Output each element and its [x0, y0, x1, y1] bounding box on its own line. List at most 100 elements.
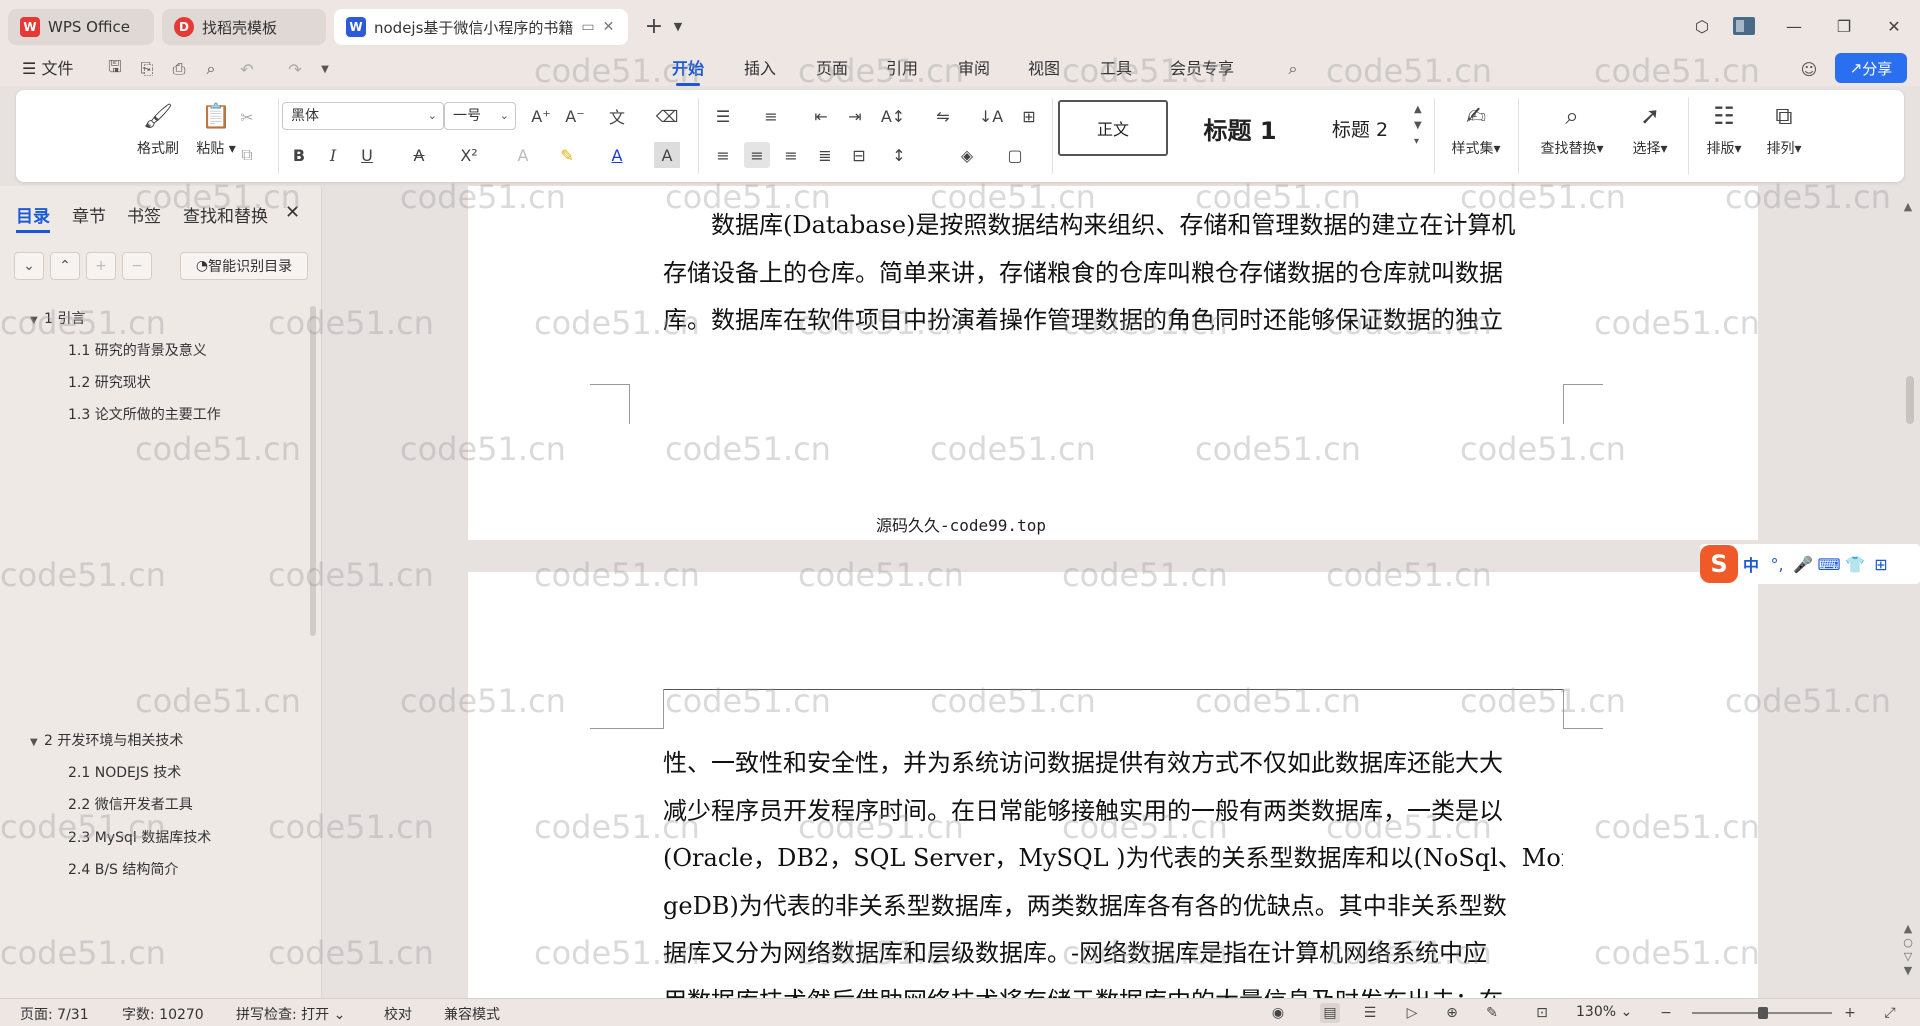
fit-page-icon[interactable]: ⊡: [1532, 1003, 1552, 1023]
increase-indent-icon[interactable]: ⇥: [842, 103, 868, 129]
print-preview-icon[interactable]: ⌕: [200, 58, 222, 80]
format-painter-button[interactable]: 🖌 格式刷: [128, 100, 188, 172]
document-page[interactable]: 性、一致性和安全性，并为系统访问数据提供有效方式不仅如此数据库还能大大 减少程序…: [468, 572, 1758, 998]
page-view-icon[interactable]: ▤: [1320, 1003, 1340, 1023]
ime-toolbar[interactable]: S 中 °, 🎤 ⌨ 👕 ⊞: [1700, 544, 1920, 584]
print-icon[interactable]: ⎙: [168, 58, 190, 80]
gallery-scroll-icon[interactable]: ▲ ▼ ▾: [1414, 102, 1422, 150]
menu-home[interactable]: 开始: [672, 56, 704, 86]
zoom-slider-thumb[interactable]: [1758, 1007, 1768, 1019]
style-set-button[interactable]: ✍ 样式集▾: [1440, 100, 1512, 172]
proofread-button[interactable]: 校对: [384, 1004, 412, 1024]
keyboard-icon[interactable]: ⌨: [1816, 555, 1842, 574]
page-body-text[interactable]: 性、一致性和安全性，并为系统访问数据提供有效方式不仅如此数据库还能大大 减少程序…: [663, 740, 1563, 998]
font-name-select[interactable]: 黑体 ⌄: [282, 102, 444, 130]
underline-icon[interactable]: U: [354, 142, 380, 168]
nav-tab-chapters[interactable]: 章节: [72, 202, 106, 227]
clear-format-icon[interactable]: ⌫: [654, 103, 680, 129]
eye-protection-icon[interactable]: ◉: [1268, 1003, 1288, 1023]
page-indicator[interactable]: 页面: 7/31: [20, 1004, 89, 1024]
menu-member[interactable]: 会员专享: [1170, 56, 1234, 82]
close-window-icon[interactable]: ✕: [1880, 12, 1908, 40]
justify-icon[interactable]: ≣: [812, 142, 838, 168]
style-heading-2[interactable]: 标题 2: [1308, 100, 1412, 156]
restore-icon[interactable]: ❐: [1830, 12, 1858, 40]
document-page[interactable]: 数据库(Database)是按照数据结构来组织、存储和管理数据的建立在计算机 存…: [468, 186, 1758, 540]
undo-icon[interactable]: ↶: [236, 58, 258, 80]
cut-icon[interactable]: ✂: [234, 104, 260, 130]
avatar[interactable]: [1730, 12, 1758, 40]
expand-icon[interactable]: ⌄: [14, 252, 44, 280]
menu-references[interactable]: 引用: [886, 56, 918, 82]
page-body-text[interactable]: 数据库(Database)是按照数据结构来组织、存储和管理数据的建立在计算机 存…: [663, 202, 1563, 345]
shading-icon[interactable]: ◈: [954, 142, 980, 168]
char-shading-icon[interactable]: A: [654, 142, 680, 168]
highlight-icon[interactable]: ✎: [554, 142, 580, 168]
shrink-font-icon[interactable]: A⁻: [562, 103, 588, 129]
style-heading-1[interactable]: 标题 1: [1178, 100, 1302, 156]
nav-scrollbar[interactable]: [310, 306, 316, 636]
find-replace-button[interactable]: ⌕ 查找替换▾: [1530, 100, 1614, 172]
toc-item[interactable]: 2.3 MySql 数据库技术: [68, 827, 211, 847]
italic-icon[interactable]: I: [320, 142, 346, 168]
smart-toc-button[interactable]: ◔ 智能识别目录: [180, 252, 308, 280]
word-count[interactable]: 字数: 10270: [122, 1004, 204, 1024]
copy-icon[interactable]: ⧉: [234, 142, 260, 168]
search-icon[interactable]: ⌕: [1282, 58, 1304, 80]
align-left-icon[interactable]: ≡: [710, 142, 736, 168]
distribute-icon[interactable]: ⊟: [846, 142, 872, 168]
menu-review[interactable]: 审阅: [958, 56, 990, 82]
web-view-icon[interactable]: ⊕: [1442, 1003, 1462, 1023]
show-marks-icon[interactable]: ⊞: [1016, 103, 1042, 129]
collapse-icon[interactable]: ⌃: [50, 252, 80, 280]
page-nav-icons[interactable]: ▲ ○ ▽ ▼: [1900, 922, 1916, 978]
menu-page[interactable]: 页面: [816, 56, 848, 82]
superscript-icon[interactable]: X²: [456, 142, 482, 168]
style-normal[interactable]: 正文: [1058, 100, 1168, 156]
decrease-indent-icon[interactable]: ⇤: [808, 103, 834, 129]
toc-item[interactable]: 1.3 论文所做的主要工作: [68, 404, 221, 424]
convert-icon[interactable]: ⇋: [930, 103, 956, 129]
punctuation-icon[interactable]: °,: [1764, 555, 1790, 574]
text-direction-icon[interactable]: A↕: [880, 103, 906, 129]
align-right-icon[interactable]: ≡: [778, 142, 804, 168]
close-tab-icon[interactable]: ✕: [603, 19, 615, 35]
arrange-button[interactable]: ⧉ 排列▾: [1756, 100, 1812, 172]
tab-current-document[interactable]: W nodejs基于微信小程序的书籍 ▭ ✕: [334, 9, 628, 45]
share-button[interactable]: ↗ 分享: [1835, 53, 1907, 83]
export-pdf-icon[interactable]: ⎘: [136, 58, 158, 80]
close-pane-icon[interactable]: ✕: [285, 202, 300, 223]
layout-button[interactable]: ☷ 排版▾: [1696, 100, 1752, 172]
ime-language[interactable]: 中: [1738, 552, 1764, 576]
expand-triangle-icon[interactable]: ▼: [30, 737, 44, 748]
document-scrollbar[interactable]: [1906, 376, 1914, 424]
nav-tab-toc[interactable]: 目录: [16, 202, 50, 233]
file-menu[interactable]: ☰ 文件: [22, 56, 73, 82]
toc-item[interactable]: 1.2 研究现状: [68, 372, 151, 392]
remove-heading-icon[interactable]: −: [122, 252, 152, 280]
tab-wps-office[interactable]: W WPS Office: [8, 9, 154, 45]
zoom-level[interactable]: 130% ⌄: [1576, 1004, 1632, 1020]
line-spacing-icon[interactable]: ↕: [886, 142, 912, 168]
menu-tools[interactable]: 工具: [1100, 56, 1132, 82]
pen-icon[interactable]: ✎: [1482, 1003, 1502, 1023]
nav-tab-find-replace[interactable]: 查找和替换: [183, 202, 268, 227]
chevron-down-icon[interactable]: ▼: [664, 12, 692, 40]
strikethrough-icon[interactable]: A: [406, 142, 432, 168]
text-effect-icon[interactable]: A: [510, 142, 536, 168]
grow-font-icon[interactable]: A⁺: [528, 103, 554, 129]
align-center-icon[interactable]: ≡: [744, 142, 770, 168]
toc-item[interactable]: ▼ 1 引言: [30, 308, 85, 328]
scroll-up-icon[interactable]: ▲: [1900, 200, 1916, 213]
play-icon[interactable]: ▷: [1402, 1003, 1422, 1023]
font-size-select[interactable]: 一号 ⌄: [444, 102, 516, 130]
spell-check-toggle[interactable]: 拼写检查: 打开 ⌄: [236, 1004, 345, 1024]
outline-view-icon[interactable]: ☰: [1360, 1003, 1380, 1023]
microphone-icon[interactable]: 🎤: [1790, 555, 1816, 574]
zoom-in-icon[interactable]: +: [1840, 1003, 1860, 1023]
bullet-list-icon[interactable]: ☰: [710, 103, 736, 129]
bold-icon[interactable]: B: [286, 142, 312, 168]
expand-triangle-icon[interactable]: ▼: [30, 315, 44, 326]
add-heading-icon[interactable]: +: [86, 252, 116, 280]
nav-tab-bookmarks[interactable]: 书签: [127, 202, 161, 227]
